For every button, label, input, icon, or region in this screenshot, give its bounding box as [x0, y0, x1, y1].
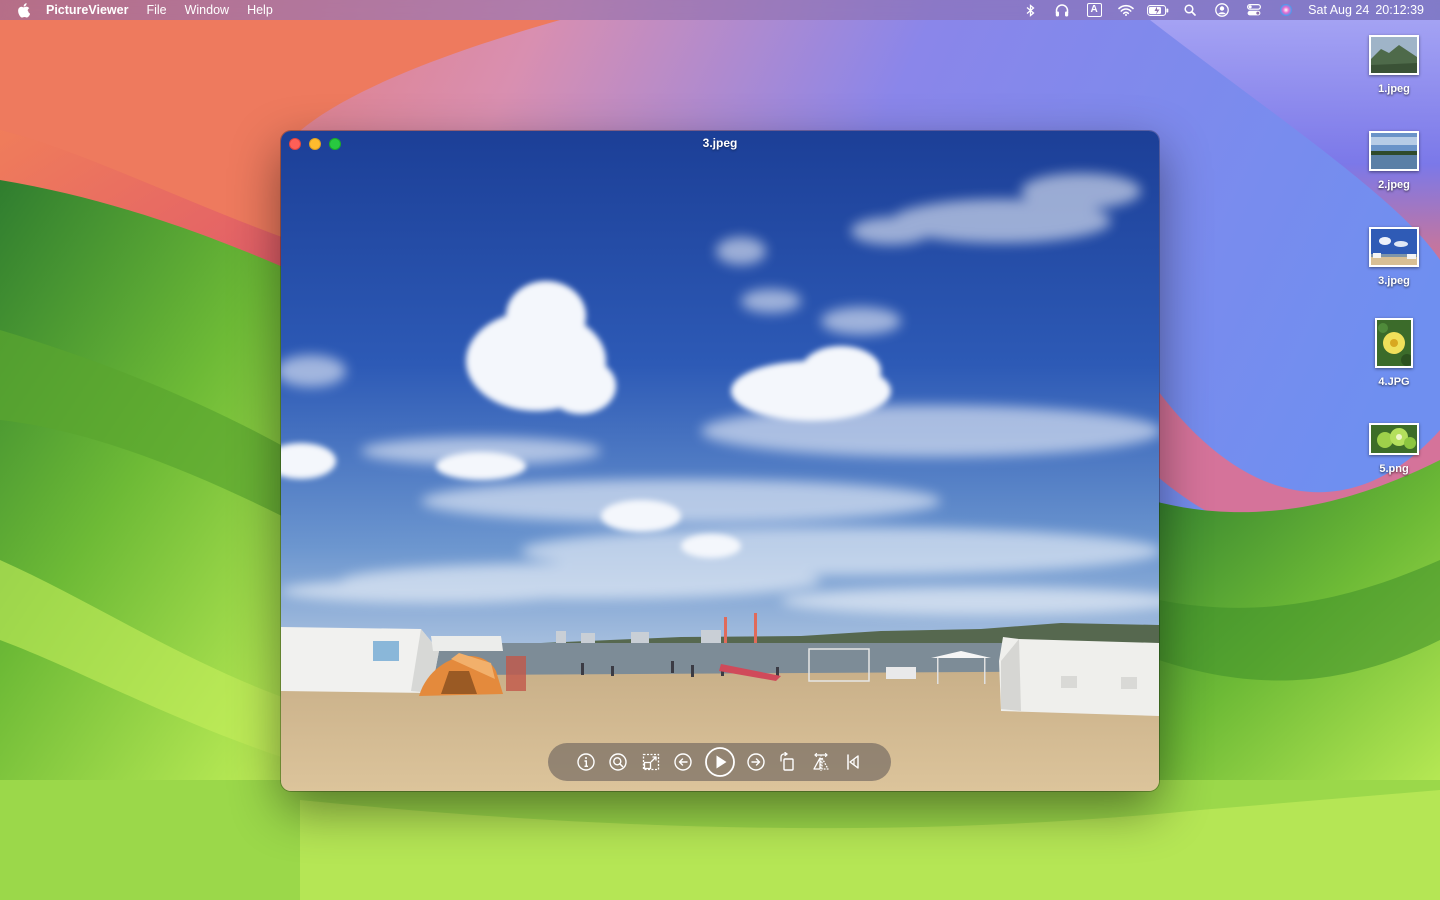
- viewer-window[interactable]: 3.jpeg: [281, 131, 1159, 791]
- flip-icon: [812, 752, 829, 771]
- fit-icon: [642, 753, 659, 771]
- window-titlebar[interactable]: 3.jpeg: [281, 131, 1159, 155]
- play-slideshow-button[interactable]: [704, 746, 736, 778]
- thumbnail-fruit: [1369, 423, 1419, 455]
- desktop-file-label: 3.jpeg: [1378, 275, 1410, 287]
- menu-clock[interactable]: Sat Aug 24 20:12:39: [1302, 3, 1424, 17]
- zoom-button[interactable]: [329, 138, 341, 150]
- minimize-button[interactable]: [309, 138, 321, 150]
- info-button[interactable]: [574, 750, 598, 774]
- desktop-file-label: 2.jpeg: [1378, 179, 1410, 191]
- previous-icon: [674, 753, 692, 771]
- menu-file[interactable]: File: [137, 0, 175, 20]
- thumbnail-lake: [1369, 131, 1419, 171]
- desktop-file-2[interactable]: 2.jpeg: [1350, 131, 1438, 191]
- thumbnail-mountain: [1369, 35, 1419, 75]
- clock-date: Sat Aug 24: [1308, 3, 1370, 17]
- siri-icon[interactable]: [1270, 0, 1302, 20]
- info-icon: [577, 753, 595, 771]
- headphones-icon[interactable]: [1046, 0, 1078, 20]
- thumbnail-beach: [1369, 227, 1419, 267]
- viewer-toolbar: [548, 743, 891, 781]
- menu-bar: PictureViewer File Window Help A Sat Aug…: [0, 0, 1440, 20]
- bluetooth-icon[interactable]: [1014, 0, 1046, 20]
- battery-icon[interactable]: [1142, 0, 1174, 20]
- next-button[interactable]: [744, 750, 768, 774]
- menu-help[interactable]: Help: [238, 0, 282, 20]
- fit-to-window-button[interactable]: [639, 750, 663, 774]
- previous-button[interactable]: [671, 750, 695, 774]
- desktop-file-3[interactable]: 3.jpeg: [1350, 227, 1438, 287]
- user-icon[interactable]: [1206, 0, 1238, 20]
- desktop-file-label: 5.png: [1379, 463, 1409, 475]
- input-source-label: A: [1086, 3, 1102, 17]
- first-image-button[interactable]: [841, 750, 865, 774]
- photo-canvas[interactable]: [281, 131, 1159, 791]
- desktop-file-label: 1.jpeg: [1378, 83, 1410, 95]
- menu-window[interactable]: Window: [176, 0, 238, 20]
- window-title: 3.jpeg: [702, 136, 738, 150]
- desktop-file-label: 4.JPG: [1378, 376, 1410, 388]
- zoom-icon: [609, 753, 628, 771]
- thumbnail-flower: [1375, 318, 1413, 368]
- control-center-icon[interactable]: [1238, 0, 1270, 20]
- input-source-icon[interactable]: A: [1078, 0, 1110, 20]
- next-icon: [747, 753, 765, 771]
- window-controls: [289, 138, 341, 150]
- zoom-in-button[interactable]: [606, 750, 630, 774]
- first-image-icon: [847, 754, 859, 770]
- rotate-button[interactable]: [776, 750, 800, 774]
- spotlight-icon[interactable]: [1174, 0, 1206, 20]
- apple-menu-icon[interactable]: [0, 2, 46, 18]
- menu-app-name[interactable]: PictureViewer: [46, 0, 137, 20]
- desktop-file-1[interactable]: 1.jpeg: [1350, 35, 1438, 95]
- play-icon: [704, 747, 735, 777]
- wifi-icon[interactable]: [1110, 0, 1142, 20]
- rotate-icon: [780, 752, 794, 771]
- desktop-file-5[interactable]: 5.png: [1350, 423, 1438, 475]
- desktop-file-4[interactable]: 4.JPG: [1350, 318, 1438, 388]
- clock-time: 20:12:39: [1375, 3, 1424, 17]
- flip-button[interactable]: [809, 750, 833, 774]
- close-button[interactable]: [289, 138, 301, 150]
